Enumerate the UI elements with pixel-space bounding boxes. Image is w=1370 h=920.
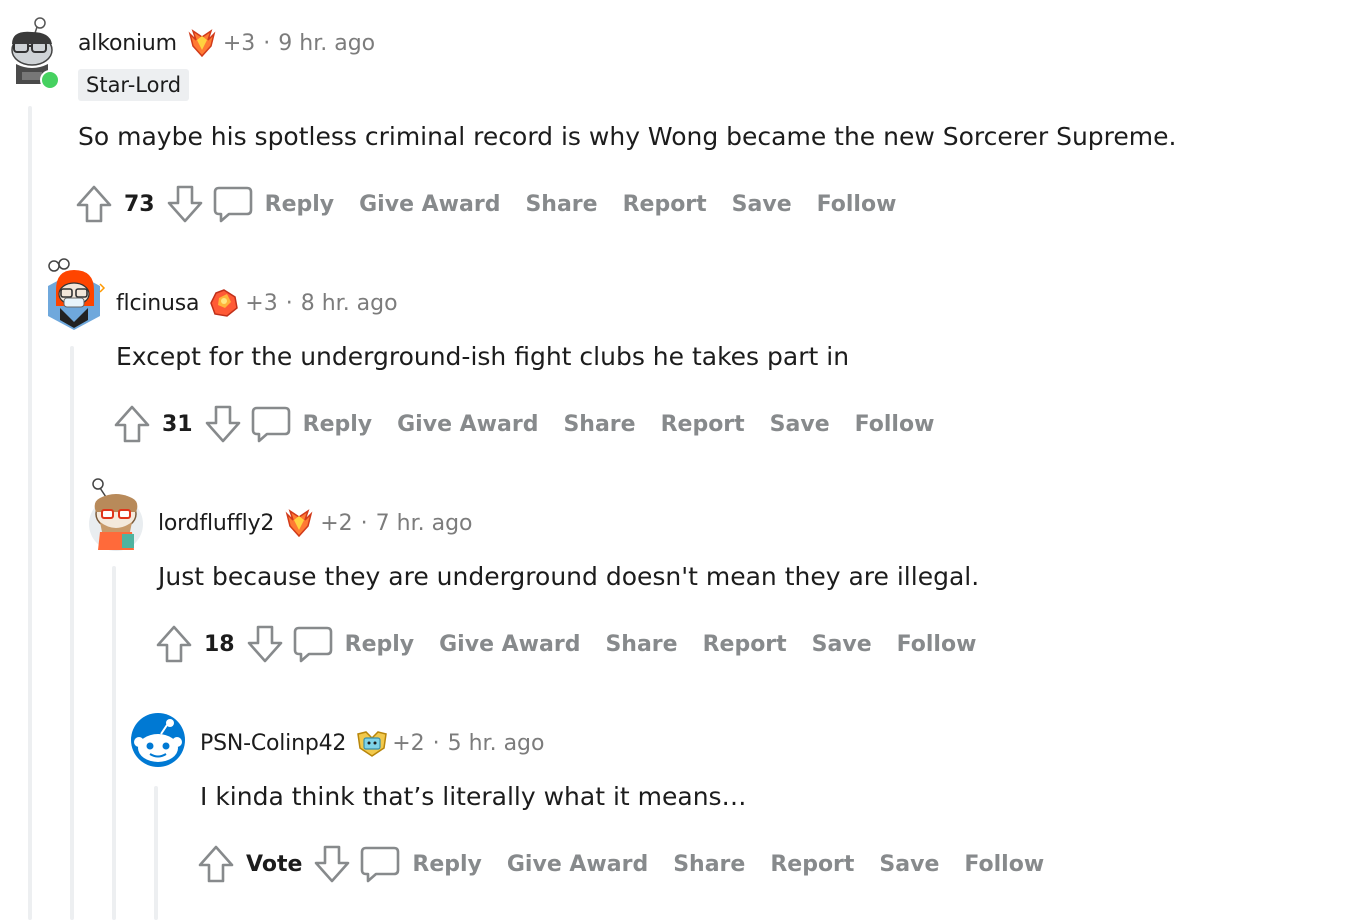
award-count: +2 (320, 510, 353, 536)
speech-bubble-icon (251, 404, 291, 444)
timestamp[interactable]: 7 hr. ago (376, 511, 473, 536)
share-button[interactable]: Share (563, 412, 635, 437)
username[interactable]: flcinusa (116, 291, 199, 316)
avatar[interactable] (130, 712, 186, 768)
comment-meta: flcinusa +3 · 8 hr. ago (116, 287, 398, 319)
comment-meta: PSN-Colinp42 +2 · 5 hr. ago (200, 727, 544, 759)
online-status-indicator (40, 70, 60, 90)
give-award-button[interactable]: Give Award (359, 192, 500, 217)
downvote-arrow-icon[interactable] (312, 843, 352, 885)
upvote-arrow-icon[interactable] (112, 403, 152, 445)
follow-button[interactable]: Follow (964, 852, 1044, 877)
timestamp[interactable]: 9 hr. ago (278, 31, 375, 56)
follow-button[interactable]: Follow (817, 192, 897, 217)
timestamp[interactable]: 5 hr. ago (448, 731, 545, 756)
comment-actions: 18 Reply Give Award Share Report Save Fo… (154, 622, 1001, 666)
comment-actions: 31 Reply Give Award Share Report Save Fo… (112, 402, 959, 446)
comment-body: So maybe his spotless criminal record is… (78, 122, 1177, 151)
reply-label: Reply (264, 191, 335, 217)
save-button[interactable]: Save (732, 192, 792, 217)
follow-button[interactable]: Follow (855, 412, 935, 437)
downvote-arrow-icon[interactable] (245, 623, 285, 665)
award-icon[interactable] (284, 508, 314, 538)
report-button[interactable]: Report (623, 192, 707, 217)
upvote-arrow-icon[interactable] (154, 623, 194, 665)
comment-thread: alkonium +3 · 9 hr. ago Star-Lord So may… (0, 0, 1370, 920)
username[interactable]: lordfluffly2 (158, 511, 274, 536)
downvote-arrow-icon[interactable] (203, 403, 243, 445)
comment-body: Except for the underground-ish fight clu… (116, 342, 850, 371)
meta-separator: · (432, 730, 440, 756)
speech-bubble-icon (293, 624, 333, 664)
comment-body: Just because they are underground doesn'… (158, 562, 980, 591)
upvote-arrow-icon[interactable] (196, 843, 236, 885)
reply-label: Reply (302, 411, 373, 437)
share-button[interactable]: Share (525, 192, 597, 217)
meta-separator: · (285, 290, 293, 316)
follow-button[interactable]: Follow (897, 632, 977, 657)
vote-score: 73 (124, 191, 155, 217)
comment-body: I kinda think that’s literally what it m… (200, 782, 747, 811)
vote-label: Vote (246, 851, 303, 877)
downvote-arrow-icon[interactable] (165, 183, 205, 225)
award-icon[interactable] (187, 28, 217, 58)
reply-label: Reply (412, 851, 482, 877)
username[interactable]: alkonium (78, 31, 177, 56)
vote-score: 18 (204, 631, 235, 657)
give-award-button[interactable]: Give Award (439, 632, 580, 657)
username[interactable]: PSN-Colinp42 (200, 731, 346, 756)
reply-label: Reply (344, 631, 415, 657)
avatar[interactable] (86, 476, 146, 552)
speech-bubble-icon (213, 184, 253, 224)
award-count: +3 (245, 290, 278, 316)
comment-meta: lordfluffly2 +2 · 7 hr. ago (158, 507, 473, 539)
meta-separator: · (360, 510, 368, 536)
give-award-button[interactable]: Give Award (397, 412, 538, 437)
award-icon[interactable] (356, 728, 388, 758)
give-award-button[interactable]: Give Award (507, 852, 648, 877)
save-button[interactable]: Save (770, 412, 830, 437)
save-button[interactable]: Save (812, 632, 872, 657)
thread-line-level-4[interactable] (154, 786, 158, 920)
reply-button[interactable]: Reply (213, 184, 360, 224)
save-button[interactable]: Save (879, 852, 939, 877)
comment-actions: Vote Reply Give Award Share Report Save … (196, 842, 1069, 886)
reply-button[interactable]: Reply (293, 624, 440, 664)
award-icon[interactable] (209, 288, 239, 318)
report-button[interactable]: Report (661, 412, 745, 437)
reply-button[interactable]: Reply (251, 404, 398, 444)
meta-separator: · (263, 30, 271, 56)
upvote-arrow-icon[interactable] (74, 183, 114, 225)
award-count: +2 (392, 730, 425, 756)
award-count: +3 (222, 30, 256, 56)
thread-line-level-2[interactable] (70, 346, 74, 920)
comment-actions: 73 Reply Give Award Share Report Save Fo… (74, 182, 921, 226)
vote-score: 31 (162, 411, 193, 437)
timestamp[interactable]: 8 hr. ago (301, 291, 398, 316)
user-flair: Star-Lord (78, 69, 190, 101)
thread-line-level-1[interactable] (28, 106, 32, 920)
thread-line-level-3[interactable] (112, 566, 116, 920)
report-button[interactable]: Report (770, 852, 854, 877)
share-button[interactable]: Share (605, 632, 677, 657)
comment-meta: alkonium +3 · 9 hr. ago (78, 27, 375, 59)
share-button[interactable]: Share (673, 852, 745, 877)
reply-button[interactable]: Reply (360, 844, 507, 884)
avatar[interactable] (44, 256, 106, 330)
speech-bubble-icon (360, 844, 400, 884)
report-button[interactable]: Report (703, 632, 787, 657)
